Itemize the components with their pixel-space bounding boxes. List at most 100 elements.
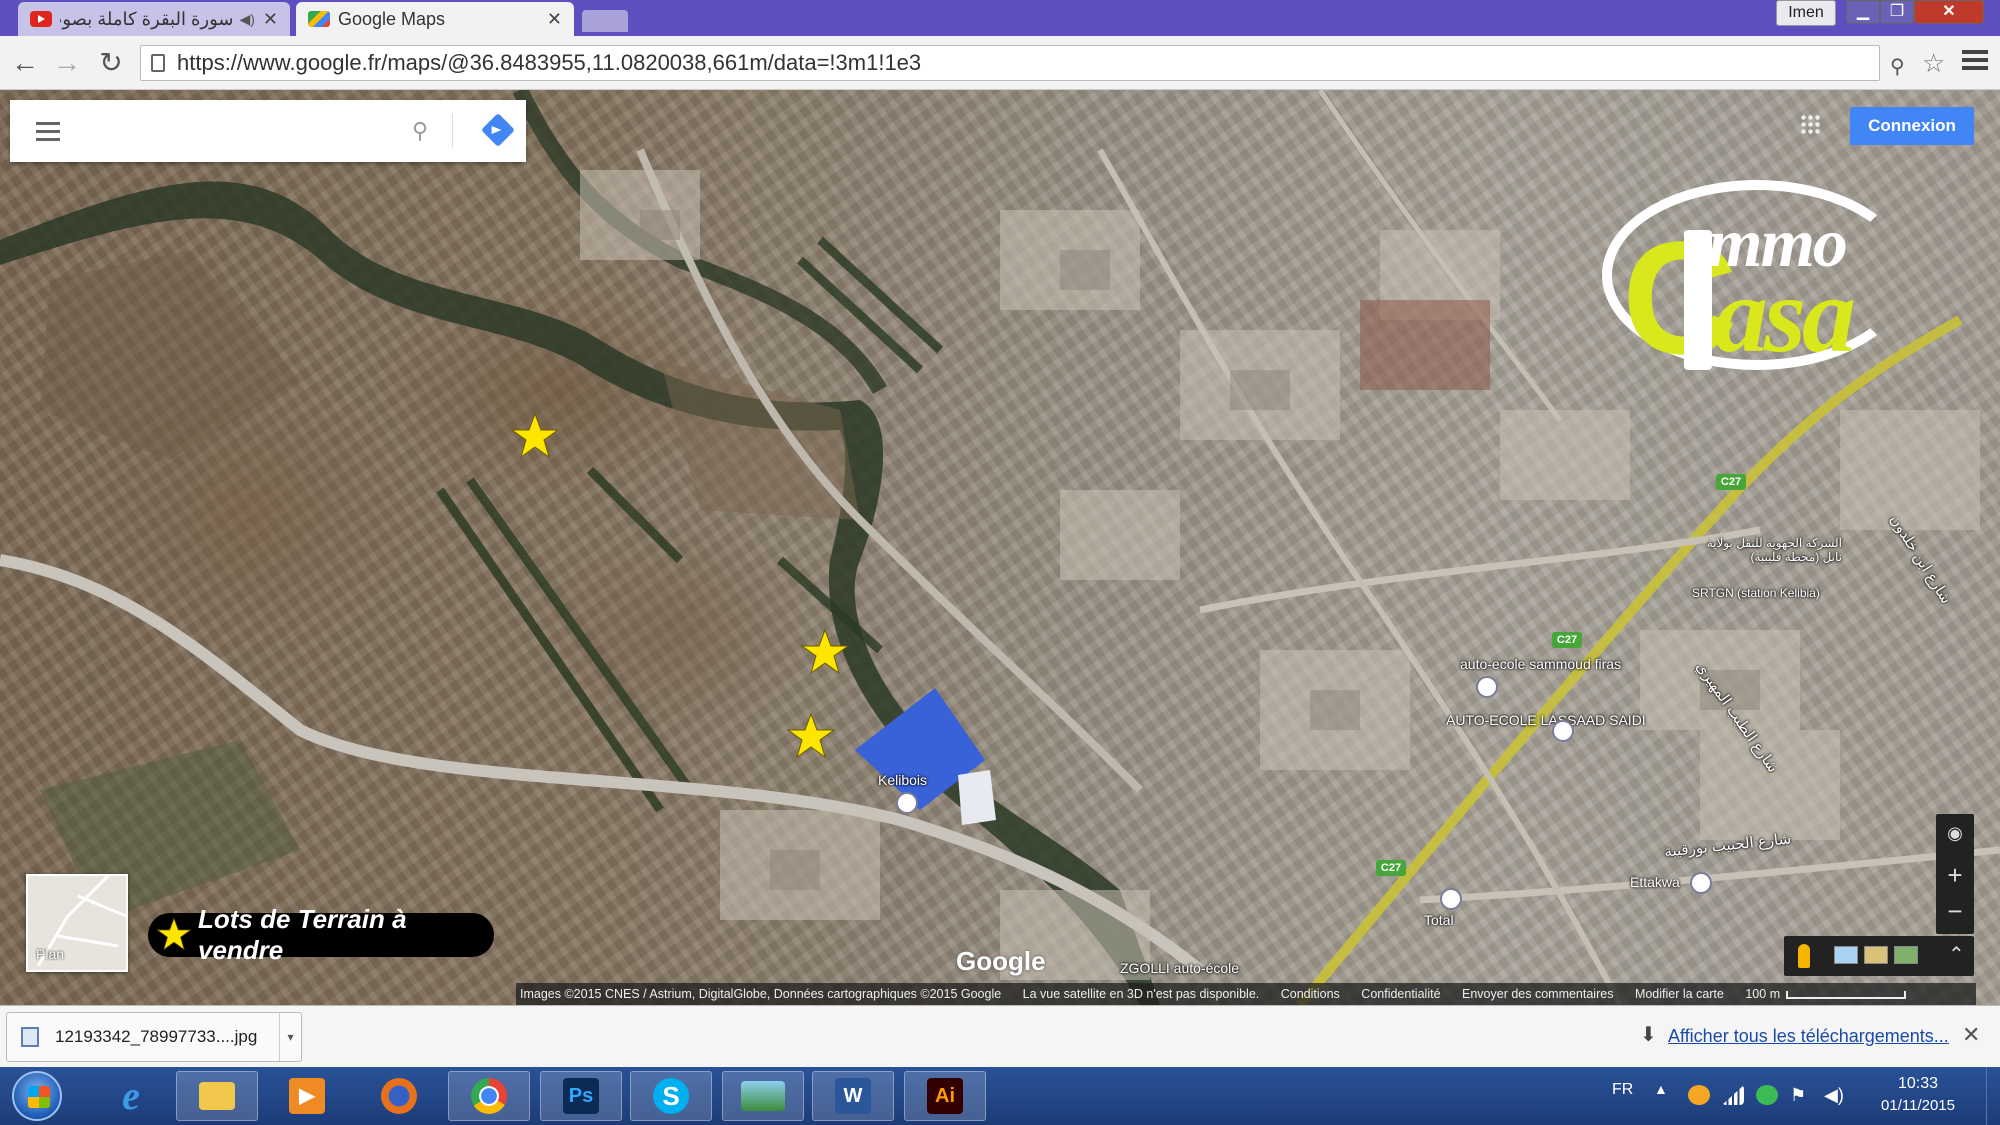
terms-link[interactable]: Conditions xyxy=(1281,987,1340,1001)
clock-time[interactable]: 10:33 xyxy=(1878,1075,1958,1093)
menu-icon[interactable] xyxy=(36,122,60,146)
tab-youtube[interactable]: سورة البقرة كاملة بصوت القار ◀) ✕ xyxy=(18,2,290,36)
map-attribution: Images ©2015 CNES / Astrium, DigitalGlob… xyxy=(516,983,1976,1005)
mosque-poi-icon[interactable] xyxy=(1690,872,1712,894)
zoom-in-button[interactable]: + xyxy=(1936,858,1974,892)
network-icon[interactable] xyxy=(1756,1085,1778,1105)
expand-icon[interactable]: ⌃ xyxy=(1948,942,1965,967)
close-tab-icon[interactable]: ✕ xyxy=(547,9,562,30)
url-text: https://www.google.fr/maps/@36.8483955,1… xyxy=(177,50,922,75)
file-explorer-icon[interactable] xyxy=(176,1071,258,1121)
poi-icon[interactable] xyxy=(1476,676,1498,698)
show-all-downloads-link[interactable]: Afficher tous les téléchargements... xyxy=(1668,1026,1949,1047)
reload-button[interactable]: ↻ xyxy=(94,46,128,80)
search-icon[interactable]: ⚲ xyxy=(412,118,428,144)
close-window-button[interactable]: ✕ xyxy=(1914,0,1984,24)
start-button[interactable] xyxy=(12,1071,62,1121)
layers-bar: ⌃ xyxy=(1784,936,1974,976)
place-label: AUTO-ECOLE LASSAAD SAIDI xyxy=(1446,712,1646,728)
star-icon xyxy=(156,917,192,951)
place-label: SRTGN (station Kelibia) xyxy=(1692,586,1820,600)
speaker-icon: ◀) xyxy=(239,10,255,27)
my-location-icon[interactable]: ◉ xyxy=(1936,816,1974,850)
photoshop-icon[interactable]: Ps xyxy=(540,1071,622,1121)
action-center-flag-icon[interactable]: ⚑ xyxy=(1790,1085,1812,1105)
volume-icon[interactable]: ◀) xyxy=(1824,1085,1846,1105)
close-icon[interactable]: ✕ xyxy=(1962,1022,1980,1048)
image-file-icon xyxy=(21,1027,39,1047)
address-bar[interactable]: https://www.google.fr/maps/@36.8483955,1… xyxy=(140,45,1880,81)
show-desktop-button[interactable] xyxy=(1986,1067,2000,1125)
no-3d-notice: La vue satellite en 3D n'est pas disponi… xyxy=(1022,987,1260,1001)
illustrator-icon[interactable]: Ai xyxy=(904,1071,986,1121)
zoom-out-button[interactable]: − xyxy=(1936,894,1974,928)
pegman-icon[interactable] xyxy=(1798,944,1810,968)
browser-tab-strip: سورة البقرة كاملة بصوت القار ◀) ✕ Google… xyxy=(0,0,2000,36)
back-button[interactable]: ← xyxy=(8,46,42,80)
layer-thumbnail[interactable] xyxy=(1864,946,1888,964)
minimize-button[interactable]: ▁ xyxy=(1846,0,1880,24)
search-input[interactable] xyxy=(80,112,390,150)
firefox-icon[interactable] xyxy=(358,1071,440,1121)
scale-label: 100 m xyxy=(1745,987,1781,1001)
privacy-link[interactable]: Confidentialité xyxy=(1361,987,1440,1001)
new-tab-button[interactable] xyxy=(582,10,628,32)
divider xyxy=(452,114,453,148)
tab-google-maps[interactable]: Google Maps ✕ xyxy=(296,2,574,36)
download-item[interactable]: 12193342_78997733....jpg ▾ xyxy=(6,1012,302,1062)
legend: Lots de Terrain à vendre xyxy=(148,904,494,965)
poi-icon[interactable] xyxy=(1552,720,1574,742)
maximize-button[interactable]: ❐ xyxy=(1880,0,1914,24)
lot-star-icon xyxy=(510,412,560,459)
windows-taskbar: e ▶ Ps S W Ai FR ▲ ⚑ ◀) 10:33 01/11/2015 xyxy=(0,1067,2000,1125)
shopping-poi-icon[interactable] xyxy=(896,792,918,814)
bookmark-star-icon[interactable]: ☆ xyxy=(1922,48,1945,79)
road-shield: C27 xyxy=(1376,860,1406,876)
road-shield: C27 xyxy=(1552,632,1582,648)
search-icon[interactable]: ⚲ xyxy=(1890,54,1905,79)
zoom-controls: ◉ + − xyxy=(1936,814,1974,934)
layer-thumbnail[interactable] xyxy=(1834,946,1858,964)
directions-icon[interactable] xyxy=(481,113,515,147)
google-maps-icon xyxy=(308,11,330,27)
logo-text-bottom: asa xyxy=(1714,256,1856,375)
place-label: auto-ecole sammoud firas xyxy=(1460,656,1622,672)
satellite-map[interactable]: ⚲ Connexion C mmo asa Kelibois auto-ecol… xyxy=(0,90,2000,1005)
lot-star-icon xyxy=(800,628,850,675)
photo-viewer-icon[interactable] xyxy=(722,1071,804,1121)
browser-toolbar: ← → ↻ https://www.google.fr/maps/@36.848… xyxy=(0,36,2000,90)
dropdown-arrow-icon[interactable]: ▾ xyxy=(279,1013,301,1061)
edit-map-link[interactable]: Modifier la carte xyxy=(1635,987,1724,1001)
chrome-menu-icon[interactable] xyxy=(1962,50,1988,74)
forward-button[interactable]: → xyxy=(50,46,84,80)
scale-bar xyxy=(1786,990,1907,999)
place-label: ZGOLLI auto-école xyxy=(1120,960,1240,976)
clock-date[interactable]: 01/11/2015 xyxy=(1870,1097,1966,1114)
lot-star-icon xyxy=(786,712,836,759)
media-player-icon[interactable]: ▶ xyxy=(266,1071,348,1121)
layer-thumbnail[interactable] xyxy=(1894,946,1918,964)
signal-icon[interactable] xyxy=(1722,1085,1744,1105)
skype-icon[interactable]: S xyxy=(630,1071,712,1121)
map-type-toggle-plan[interactable]: Plan xyxy=(26,874,128,972)
chrome-icon[interactable] xyxy=(448,1071,530,1121)
tab-title: سورة البقرة كاملة بصوت القار xyxy=(60,8,234,29)
apps-grid-icon[interactable] xyxy=(1800,114,1820,134)
feedback-link[interactable]: Envoyer des commentaires xyxy=(1462,987,1613,1001)
show-hidden-icons[interactable]: ▲ xyxy=(1654,1081,1668,1097)
gas-station-icon[interactable] xyxy=(1440,888,1462,910)
internet-explorer-icon[interactable]: e xyxy=(90,1071,172,1121)
signin-button[interactable]: Connexion xyxy=(1850,107,1974,145)
avast-icon[interactable] xyxy=(1688,1085,1710,1105)
word-icon[interactable]: W xyxy=(812,1071,894,1121)
plan-label: Plan xyxy=(36,946,65,962)
google-watermark: Google xyxy=(956,946,1046,976)
close-tab-icon[interactable]: ✕ xyxy=(263,9,278,30)
legend-text: Lots de Terrain à vendre xyxy=(198,904,407,965)
place-label: Kelibois xyxy=(878,772,928,788)
profile-button[interactable]: Imen xyxy=(1776,0,1836,26)
windows-logo-icon xyxy=(28,1086,50,1108)
language-indicator[interactable]: FR xyxy=(1612,1081,1633,1099)
road-shield: C27 xyxy=(1716,474,1746,490)
tab-title: Google Maps xyxy=(338,8,446,29)
